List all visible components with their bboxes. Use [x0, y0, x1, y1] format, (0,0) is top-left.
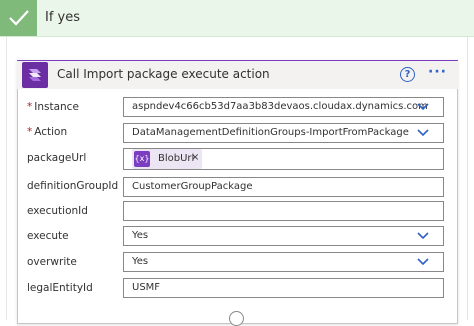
- definitiongroupid-value: CustomerGroupPackage: [132, 181, 253, 192]
- instance-dropdown[interactable]: aspndev4c66cb53d7aa3b83devaos.cloudax.dy…: [123, 97, 444, 117]
- add-step-connector[interactable]: [229, 311, 244, 326]
- more-options-icon[interactable]: ···: [428, 64, 447, 80]
- execute-dropdown[interactable]: Yes: [123, 226, 444, 246]
- token-label: BlobUrl: [158, 153, 195, 164]
- variable-icon: {x}: [134, 151, 150, 167]
- branch-header[interactable]: If yes: [0, 0, 474, 37]
- chevron-down-icon: [417, 103, 429, 111]
- help-icon[interactable]: ?: [400, 67, 415, 82]
- definitiongroupid-label: definitionGroupId: [27, 180, 119, 192]
- action-value: DataManagementDefinitionGroups-ImportFro…: [132, 127, 409, 138]
- action-dropdown[interactable]: DataManagementDefinitionGroups-ImportFro…: [123, 123, 444, 143]
- legalentityid-value: USMF: [132, 282, 161, 293]
- remove-token-icon[interactable]: ×: [191, 152, 199, 163]
- instance-value: aspndev4c66cb53d7aa3b83devaos.cloudax.dy…: [132, 101, 428, 112]
- check-icon: [0, 0, 37, 36]
- definitiongroupid-input[interactable]: CustomerGroupPackage: [123, 177, 444, 197]
- action-title: Call Import package execute action: [57, 67, 270, 81]
- executionid-label: executionId: [27, 205, 88, 217]
- overwrite-value: Yes: [132, 256, 149, 267]
- execute-label: execute: [27, 230, 69, 242]
- instance-label: * Instance: [27, 101, 79, 113]
- executionid-input[interactable]: [123, 201, 444, 221]
- branch-title: If yes: [45, 10, 81, 25]
- action-label: * Action: [27, 126, 68, 138]
- legalentityid-input[interactable]: USMF: [123, 278, 444, 298]
- overwrite-dropdown[interactable]: Yes: [123, 252, 444, 272]
- finance-operations-icon: [22, 62, 48, 88]
- chevron-down-icon: [417, 232, 429, 240]
- legalentityid-label: legalEntityId: [27, 282, 93, 294]
- chevron-down-icon: [417, 129, 429, 137]
- overwrite-label: overwrite: [27, 256, 77, 268]
- packageurl-label: packageUrl: [27, 152, 87, 164]
- execute-value: Yes: [132, 230, 149, 241]
- chevron-down-icon: [417, 258, 429, 266]
